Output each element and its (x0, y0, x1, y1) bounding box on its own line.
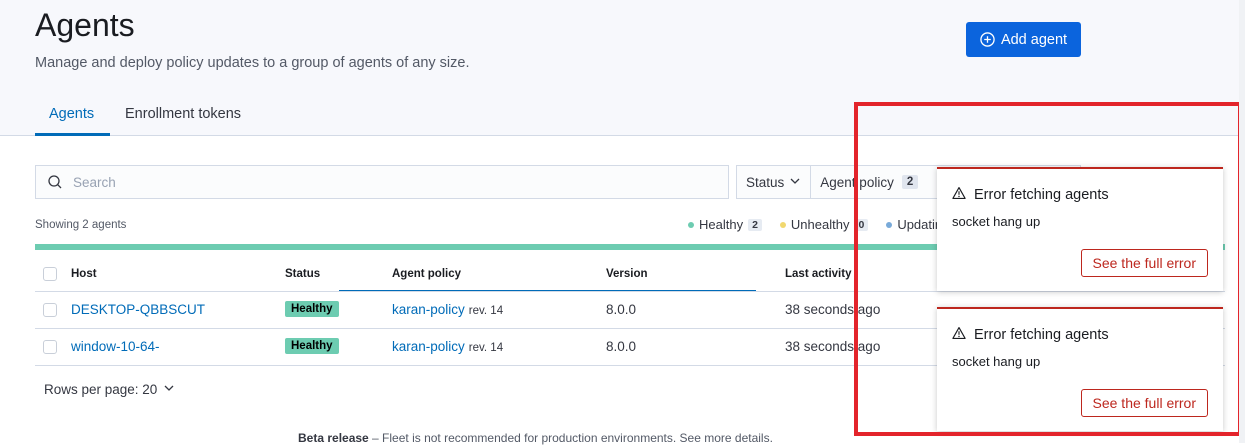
toast-title: Error fetching agents (952, 186, 1109, 204)
rows-per-page-button[interactable]: Rows per page: 20 (44, 382, 175, 397)
tab-enrollment-tokens[interactable]: Enrollment tokens (125, 104, 241, 124)
page-title: Agents (35, 7, 135, 43)
legend-unhealthy-count: 0 (854, 218, 869, 231)
showing-count: Showing 2 agents (35, 219, 127, 231)
unhealthy-dot-icon (779, 221, 786, 228)
healthy-dot-icon (688, 221, 694, 228)
legend-unhealthy: Unhealthy 0 (779, 217, 869, 232)
legend-healthy: Healthy 2 (688, 217, 762, 232)
last-activity-cell: 38 seconds ago (785, 302, 881, 317)
status-filter-label: Status (746, 174, 785, 190)
add-agent-label: Add agent (1000, 31, 1068, 48)
agent-policy-cell: karan-policy rev. 14 (392, 302, 503, 317)
column-header-agent-policy[interactable]: Agent policy (392, 268, 461, 280)
column-hover-indicator (339, 290, 756, 291)
policy-revision: rev. 14 (468, 342, 504, 354)
tab-agents[interactable]: Agents (49, 104, 94, 124)
version-cell: 8.0.0 (606, 339, 637, 354)
column-header-last-activity[interactable]: Last activity (785, 268, 851, 280)
select-all-checkbox[interactable] (43, 267, 57, 281)
updating-dot-icon (886, 221, 893, 228)
warning-icon (952, 326, 966, 344)
see-full-error-button[interactable]: See the full error (1080, 249, 1208, 277)
chevron-down-icon (163, 382, 175, 397)
row-checkbox[interactable] (43, 303, 57, 317)
page-description: Manage and deploy policy updates to a gr… (35, 55, 470, 71)
policy-revision: rev. 14 (468, 305, 504, 317)
search-icon (47, 174, 63, 190)
toast-title-text: Error fetching agents (974, 327, 1109, 343)
legend-healthy-label: Healthy (699, 217, 744, 232)
agent-policy-filter-button[interactable]: Agent policy 2 (811, 166, 927, 198)
column-header-host[interactable]: Host (71, 268, 97, 280)
agent-policy-filter-label: Agent policy (820, 174, 894, 190)
version-cell: 8.0.0 (606, 302, 637, 317)
search-bar[interactable] (35, 165, 729, 199)
agent-policy-cell: karan-policy rev. 14 (392, 339, 503, 354)
scrollbar[interactable] (1239, 0, 1245, 443)
see-full-error-button[interactable]: See the full error (1080, 389, 1208, 417)
status-badge: Healthy (285, 338, 339, 354)
toast-message: socket hang up (952, 214, 1041, 229)
warning-icon (952, 186, 966, 204)
toast-title-text: Error fetching agents (974, 187, 1109, 203)
health-legend: Healthy 2 Unhealthy 0 Updating (688, 217, 967, 232)
error-toast: Error fetching agents socket hang up See… (937, 167, 1223, 291)
policy-link[interactable]: karan-policy (392, 339, 465, 354)
column-header-version[interactable]: Version (606, 268, 648, 280)
policy-count-badge: 2 (901, 175, 919, 189)
status-badge: Healthy (285, 301, 339, 317)
last-activity-cell: 38 seconds ago (785, 339, 881, 354)
legend-unhealthy-label: Unhealthy (790, 217, 850, 232)
legend-healthy-count: 2 (748, 218, 762, 231)
toast-message: socket hang up (952, 354, 1041, 369)
active-tab-indicator (35, 133, 110, 136)
row-checkbox[interactable] (43, 340, 57, 354)
toast-title: Error fetching agents (952, 326, 1109, 344)
plus-circle-icon (980, 32, 995, 47)
host-link[interactable]: DESKTOP-QBBSCUT (71, 302, 205, 317)
column-header-status[interactable]: Status (285, 268, 320, 280)
search-input[interactable] (71, 173, 675, 191)
status-filter-button[interactable]: Status (737, 166, 812, 198)
host-link[interactable]: window-10-64- (71, 339, 160, 354)
add-agent-button[interactable]: Add agent (966, 22, 1081, 57)
chevron-down-icon (789, 175, 801, 190)
policy-link[interactable]: karan-policy (392, 302, 465, 317)
error-toast: Error fetching agents socket hang up See… (937, 307, 1223, 431)
rows-per-page-label: Rows per page: 20 (44, 382, 158, 397)
